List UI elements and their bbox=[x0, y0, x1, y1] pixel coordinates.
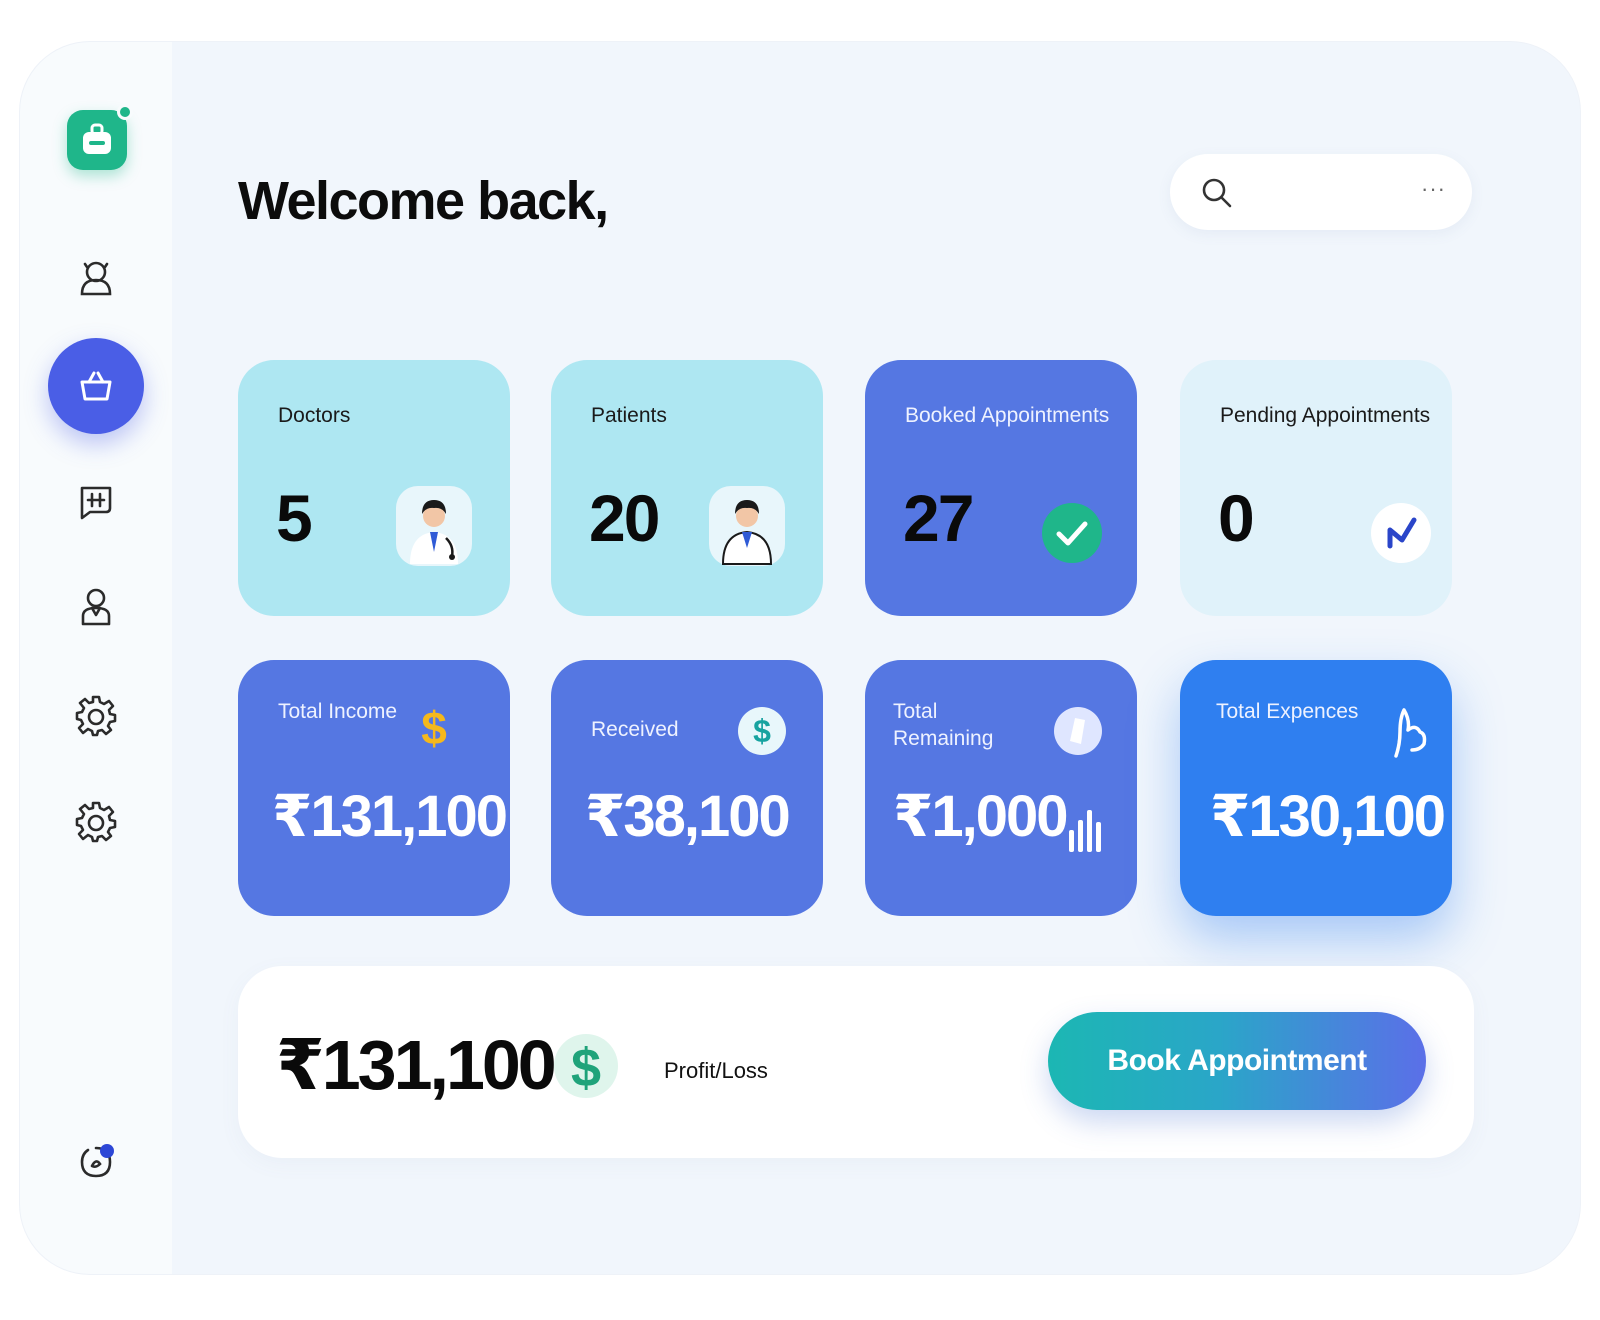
total-remaining-card[interactable]: Total Remaining ₹1,000 bbox=[865, 660, 1137, 916]
chat-icon bbox=[80, 486, 112, 520]
dollar-icon: $ bbox=[421, 702, 447, 754]
total-remaining-label: Total Remaining bbox=[893, 700, 994, 750]
bar-chart-icon bbox=[1069, 810, 1101, 852]
total-income-value: ₹131,100 bbox=[272, 784, 508, 849]
booked-appointments-card[interactable]: Booked Appointments 27 bbox=[865, 360, 1137, 616]
total-income-label: Total Income bbox=[278, 700, 398, 723]
search-bar[interactable]: ··· bbox=[1170, 154, 1472, 230]
received-value: ₹38,100 bbox=[585, 784, 791, 849]
total-expences-value: ₹130,100 bbox=[1210, 784, 1446, 849]
logo-badge bbox=[117, 104, 133, 120]
dollar-coin-icon: $ bbox=[554, 1034, 618, 1098]
gear-icon bbox=[75, 695, 117, 737]
doctors-label: Doctors bbox=[278, 404, 351, 427]
book-appointment-button[interactable]: Book Appointment bbox=[1048, 1012, 1426, 1110]
sidebar-item-basket[interactable] bbox=[48, 338, 144, 434]
patients-label: Patients bbox=[591, 404, 667, 427]
sidebar bbox=[20, 42, 172, 1274]
sidebar-item-preferences[interactable] bbox=[48, 774, 144, 870]
gear-icon bbox=[75, 801, 117, 843]
svg-text:$: $ bbox=[753, 713, 771, 749]
sidebar-item-user[interactable] bbox=[48, 230, 144, 326]
doctors-card[interactable]: Doctors 5 bbox=[238, 360, 510, 616]
doctor-icon bbox=[396, 486, 472, 566]
sidebar-item-chat[interactable] bbox=[48, 452, 144, 548]
svg-text:$: $ bbox=[571, 1038, 601, 1098]
pending-count: 0 bbox=[1218, 481, 1255, 555]
sidebar-item-profile[interactable] bbox=[48, 558, 144, 654]
check-icon bbox=[1042, 503, 1102, 563]
received-card[interactable]: Received ₹38,100 $ bbox=[551, 660, 823, 916]
profit-loss-label: Profit/Loss bbox=[664, 1058, 768, 1083]
more-options-icon[interactable]: ··· bbox=[1421, 176, 1446, 202]
page-title: Welcome back, bbox=[238, 171, 609, 231]
booked-label: Booked Appointments bbox=[905, 404, 1110, 427]
doctors-count: 5 bbox=[276, 481, 313, 555]
thumbs-icon bbox=[1394, 708, 1427, 758]
notification-badge bbox=[100, 1144, 114, 1158]
profile-icon bbox=[81, 588, 111, 626]
user-icon bbox=[80, 261, 112, 296]
svg-text:$: $ bbox=[421, 702, 447, 754]
app-logo[interactable] bbox=[67, 104, 133, 170]
sidebar-item-notifications[interactable] bbox=[48, 1114, 144, 1210]
pie-icon bbox=[1054, 707, 1102, 755]
patients-card[interactable]: Patients 20 bbox=[551, 360, 823, 616]
booked-count: 27 bbox=[903, 481, 974, 555]
patients-count: 20 bbox=[589, 481, 660, 555]
profit-loss-panel: ₹131,100 $ Profit/Loss Book Appointment bbox=[238, 966, 1474, 1158]
total-remaining-value: ₹1,000 bbox=[893, 784, 1068, 849]
pending-appointments-card[interactable]: Pending Appointments 0 bbox=[1180, 360, 1452, 616]
sidebar-item-settings[interactable] bbox=[48, 668, 144, 764]
basket-icon bbox=[80, 371, 112, 401]
received-label: Received bbox=[591, 718, 679, 741]
total-income-card[interactable]: Total Income ₹131,100 $ bbox=[238, 660, 510, 916]
dollar-coin-icon: $ bbox=[738, 707, 786, 755]
app-window: Welcome back, ··· Doctors 5 Patients 20 bbox=[20, 42, 1580, 1274]
logo-icon bbox=[83, 123, 111, 154]
total-expences-label: Total Expences bbox=[1216, 700, 1359, 723]
patient-icon bbox=[709, 486, 785, 566]
trend-icon bbox=[1371, 503, 1431, 563]
search-icon[interactable] bbox=[1200, 176, 1234, 210]
total-expences-card[interactable]: Total Expences ₹130,100 bbox=[1180, 660, 1452, 916]
profit-loss-amount: ₹131,100 bbox=[276, 1026, 557, 1104]
pending-label: Pending Appointments bbox=[1220, 404, 1431, 427]
